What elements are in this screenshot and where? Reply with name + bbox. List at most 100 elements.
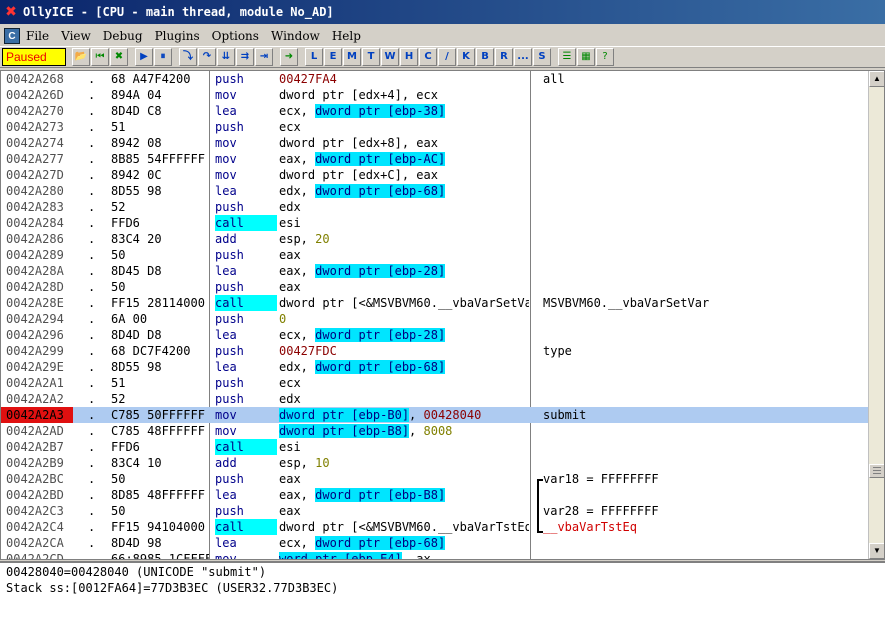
window-button-more[interactable]: ... (514, 48, 532, 66)
hex-dump-cell: 52 (111, 200, 126, 214)
disasm-row[interactable]: 0042A2CA. 8D4D 98 lea ecx, dword ptr [ebp-6… (1, 535, 868, 551)
close-icon[interactable]: ✖ (110, 48, 128, 66)
disasm-row[interactable]: 0042A2A3. C785 50FFFFFF mov dword ptr [ebp-… (1, 407, 868, 423)
hex-dump-cell: 6A 00 (111, 312, 148, 326)
disasm-row[interactable]: 0042A299. 68 DC7F4200 push 00427FDC type (1, 343, 868, 359)
address-cell: 0042A274 (6, 136, 64, 150)
mnemonic-cell: push (215, 120, 244, 134)
disasm-row[interactable]: 0042A296. 8D4D D8 lea ecx, dword ptr [ebp-2… (1, 327, 868, 343)
disasm-row[interactable]: 0042A2C4. FF15 94104000 call dword ptr [<&M… (1, 519, 868, 535)
disasm-row[interactable]: 0042A283. 52 push edx (1, 199, 868, 215)
menu-help[interactable]: Help (332, 29, 361, 43)
cpu-disassembly-pane[interactable]: 0042A268. 68 A47F4200 push 00427FA4 all 0042A… (0, 70, 885, 560)
grid-icon[interactable]: ▦ (577, 48, 595, 66)
vertical-scrollbar[interactable]: ▲ ▼ (868, 71, 884, 559)
address-cell: 0042A26D (6, 88, 64, 102)
list-icon[interactable]: ☰ (558, 48, 576, 66)
ollyice-app-icon[interactable]: ✖ (3, 4, 19, 20)
window-button-s[interactable]: S (533, 48, 551, 66)
disasm-row[interactable]: 0042A2CD. 66:8985 1CFFFFFF mov word ptr [eb… (1, 551, 868, 560)
operand-text: esp, (279, 232, 316, 246)
cpu-window-icon[interactable]: C (4, 27, 20, 44)
disasm-row[interactable]: 0042A26D. 894A 04 mov dword ptr [edx+4], ec… (1, 87, 868, 103)
run-icon[interactable]: ▶ (135, 48, 153, 66)
open-icon[interactable]: 📂 (72, 48, 90, 66)
disasm-row[interactable]: 0042A273. 51 push ecx (1, 119, 868, 135)
operand-text: ecx, (279, 104, 316, 118)
window-button-e[interactable]: E (324, 48, 342, 66)
disasm-row[interactable]: 0042A27D. 8942 0C mov dword ptr [edx+C], ea… (1, 167, 868, 183)
hex-dump-cell: C785 50FFFFFF (111, 408, 205, 422)
disasm-row[interactable]: 0042A29E. 8D55 98 lea edx, dword ptr [ebp-6… (1, 359, 868, 375)
disasm-row[interactable]: 0042A280. 8D55 98 lea edx, dword ptr [ebp-6… (1, 183, 868, 199)
trace-into-icon[interactable]: ⇊ (217, 48, 235, 66)
disasm-row[interactable]: 0042A2B9. 83C4 10 add esp, 10 (1, 455, 868, 471)
disasm-row[interactable]: 0042A2AD. C785 48FFFFFF mov dword ptr [ebp-… (1, 423, 868, 439)
marker-cell: . (88, 376, 96, 390)
marker-cell: . (88, 472, 96, 486)
menu-plugins[interactable]: Plugins (155, 29, 200, 43)
disasm-row[interactable]: 0042A268. 68 A47F4200 push 00427FA4 all (1, 71, 868, 87)
disasm-row[interactable]: 0042A284. FFD6 call esi (1, 215, 868, 231)
disasm-row[interactable]: 0042A2BC. 50 push eax var18 = FFFFFFFF (1, 471, 868, 487)
disasm-row[interactable]: 0042A28E. FF15 28114000 call dword ptr [<&M… (1, 295, 868, 311)
disasm-row[interactable]: 0042A28A. 8D45 D8 lea eax, dword ptr [ebp-2… (1, 263, 868, 279)
marker-cell: . (88, 232, 96, 246)
goto-icon[interactable]: ➜ (280, 48, 298, 66)
address-cell: 0042A280 (6, 184, 64, 198)
scroll-up-button[interactable]: ▲ (869, 71, 884, 87)
address-operand: 00427FDC (279, 344, 337, 358)
window-button-l[interactable]: L (305, 48, 323, 66)
disasm-row[interactable]: 0042A2A1. 51 push ecx (1, 375, 868, 391)
disasm-row[interactable]: 0042A289. 50 push eax (1, 247, 868, 263)
window-button-patches[interactable]: / (438, 48, 456, 66)
hex-dump-cell: 8942 0C (111, 168, 162, 182)
window-button-r[interactable]: R (495, 48, 513, 66)
comment-cell (543, 551, 868, 559)
disasm-row[interactable]: 0042A277. 8B85 54FFFFFF mov eax, dword ptr … (1, 151, 868, 167)
marker-cell: . (88, 440, 96, 454)
disasm-row[interactable]: 0042A270. 8D4D C8 lea ecx, dword ptr [ebp-3… (1, 103, 868, 119)
menu-window[interactable]: Window (271, 29, 320, 43)
restart-icon[interactable]: ⏮ (91, 48, 109, 66)
disasm-row[interactable]: 0042A28D. 50 push eax (1, 279, 868, 295)
disasm-row[interactable]: 0042A294. 6A 00 push 0 (1, 311, 868, 327)
menu-file[interactable]: File (26, 29, 49, 43)
hex-dump-cell: 50 (111, 280, 126, 294)
window-button-h[interactable]: H (400, 48, 418, 66)
trace-over-icon[interactable]: ⇉ (236, 48, 254, 66)
disasm-row[interactable]: 0042A286. 83C4 20 add esp, 20 (1, 231, 868, 247)
help-icon[interactable]: ? (596, 48, 614, 66)
hex-dump-cell: 8D55 98 (111, 184, 162, 198)
disasm-row[interactable]: 0042A2BD. 8D85 48FFFFFF lea eax, dword ptr … (1, 487, 868, 503)
window-button-t[interactable]: T (362, 48, 380, 66)
disasm-row[interactable]: 0042A2B7. FFD6 call esi (1, 439, 868, 455)
disasm-row[interactable]: 0042A2C3. 50 push eax var28 = FFFFFFFF (1, 503, 868, 519)
step-over-icon[interactable]: ↷ (198, 48, 216, 66)
hex-dump-cell: 66:8985 1CFFFFFF (111, 552, 209, 560)
window-button-w[interactable]: W (381, 48, 399, 66)
immediate-operand: 20 (315, 232, 330, 246)
comment-cell (543, 247, 868, 263)
menu-options[interactable]: Options (212, 29, 259, 43)
menu-view[interactable]: View (61, 29, 91, 43)
operand-cell: dword ptr [ebp-B8], 8008 (279, 423, 529, 439)
disasm-row[interactable]: 0042A274. 8942 08 mov dword ptr [edx+8], ea… (1, 135, 868, 151)
disasm-row[interactable]: 0042A2A2. 52 push edx (1, 391, 868, 407)
mnemonic-cell: mov (215, 88, 237, 102)
execute-till-return-icon[interactable]: ⇥ (255, 48, 273, 66)
operand-cell: ecx (279, 375, 529, 391)
window-button-m[interactable]: M (343, 48, 361, 66)
window-button-b[interactable]: B (476, 48, 494, 66)
mnemonic-cell: add (215, 232, 237, 246)
window-button-c[interactable]: C (419, 48, 437, 66)
pause-icon[interactable]: ⏸ (154, 48, 172, 66)
window-button-k[interactable]: K (457, 48, 475, 66)
hex-dump-cell: 8D85 48FFFFFF (111, 488, 205, 502)
scroll-thumb[interactable] (869, 464, 884, 478)
window-title: OllyICE - [CPU - main thread, module No_… (23, 5, 334, 19)
menu-debug[interactable]: Debug (103, 29, 143, 43)
step-into-icon[interactable]: ⤵ (179, 48, 197, 66)
operand-cell: esi (279, 215, 529, 231)
scroll-down-button[interactable]: ▼ (869, 543, 884, 559)
